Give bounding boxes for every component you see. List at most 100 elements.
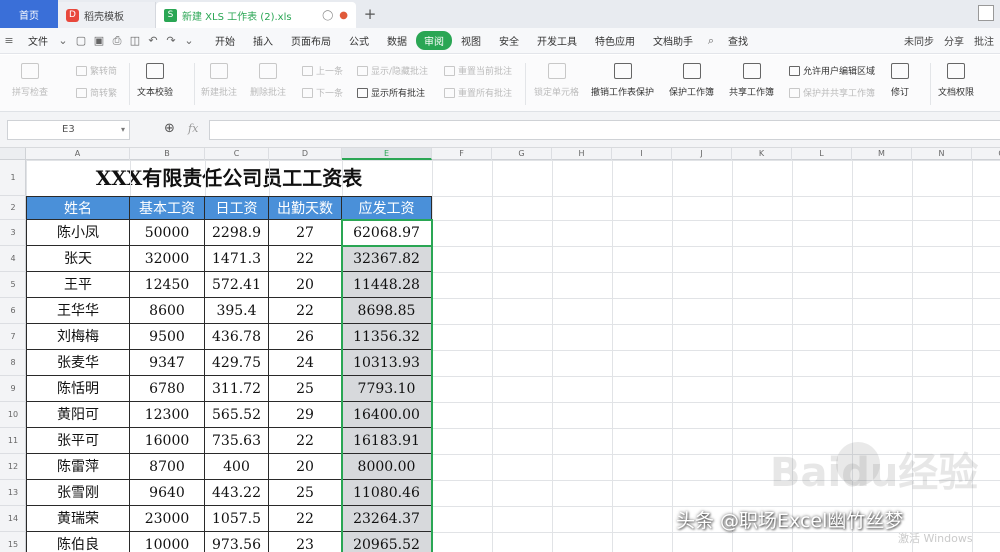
close-dot-icon[interactable]: ● <box>339 10 348 21</box>
data-cell[interactable]: 973.56 <box>205 532 269 552</box>
row-header-15[interactable]: 15 <box>0 532 26 552</box>
menu-item-doc-assistant[interactable]: 文档助手 <box>644 33 702 48</box>
new-comment-button[interactable]: 新建批注 <box>201 63 237 98</box>
redo-icon[interactable]: ↷ <box>163 34 179 47</box>
spell-check-button[interactable]: 拼写检查 <box>12 63 48 98</box>
data-cell[interactable]: 2298.9 <box>205 220 269 246</box>
undo-icon[interactable]: ↶ <box>145 34 161 47</box>
toggle-comment-button[interactable]: 显示/隐藏批注 <box>357 64 428 77</box>
data-cell[interactable]: 22 <box>269 428 342 454</box>
print-icon[interactable]: ⎙ <box>109 34 125 48</box>
reset-all-comments-button[interactable]: 重置所有批注 <box>444 86 512 99</box>
column-header-h[interactable]: H <box>552 148 612 160</box>
unprotect-sheet-button[interactable]: 撤销工作表保护 <box>591 63 654 98</box>
save-icon[interactable]: ▢ <box>73 34 89 47</box>
data-cell[interactable]: 25 <box>269 480 342 506</box>
window-restore-icon[interactable] <box>978 5 994 21</box>
data-cell[interactable]: 24 <box>269 350 342 376</box>
data-cell[interactable]: 10000 <box>130 532 205 552</box>
new-tab-button[interactable]: + <box>356 2 384 28</box>
text-proofread-button[interactable]: 文本校验 <box>137 63 173 98</box>
next-comment-button[interactable]: 下一条 <box>302 86 343 99</box>
row-header-2[interactable]: 2 <box>0 196 26 220</box>
pay-cell[interactable]: 11356.32 <box>342 324 432 350</box>
name-cell[interactable]: 张平可 <box>26 428 130 454</box>
row-header-3[interactable]: 3 <box>0 220 26 246</box>
zoom-icon[interactable]: ⊕ <box>164 121 175 136</box>
row-header-13[interactable]: 13 <box>0 480 26 506</box>
data-cell[interactable]: 1057.5 <box>205 506 269 532</box>
menu-file[interactable]: 文件 <box>18 33 54 48</box>
menu-item-data[interactable]: 数据 <box>378 33 416 48</box>
reset-current-comment-button[interactable]: 重置当前批注 <box>444 64 512 77</box>
tab-home[interactable]: 首页 <box>0 0 58 28</box>
menu-item-review[interactable]: 审阅 <box>416 31 452 50</box>
doc-permission-button[interactable]: 文档权限 <box>938 63 974 98</box>
name-cell[interactable]: 王华华 <box>26 298 130 324</box>
pay-cell[interactable]: 7793.10 <box>342 376 432 402</box>
menu-item-security[interactable]: 安全 <box>490 33 528 48</box>
data-cell[interactable]: 395.4 <box>205 298 269 324</box>
chevron-down-icon[interactable]: ▾ <box>121 121 125 139</box>
data-cell[interactable]: 25 <box>269 376 342 402</box>
chevron-down-icon[interactable]: ⌄ <box>55 34 71 47</box>
delete-comment-button[interactable]: 删除批注 <box>250 63 286 98</box>
data-cell[interactable]: 9500 <box>130 324 205 350</box>
data-cell[interactable]: 27 <box>269 220 342 246</box>
data-cell[interactable]: 8700 <box>130 454 205 480</box>
row-header-10[interactable]: 10 <box>0 402 26 428</box>
name-cell[interactable]: 张雪刚 <box>26 480 130 506</box>
pay-cell[interactable]: 11080.46 <box>342 480 432 506</box>
column-header-f[interactable]: F <box>432 148 492 160</box>
data-cell[interactable]: 311.72 <box>205 376 269 402</box>
column-header-i[interactable]: I <box>612 148 672 160</box>
row-header-8[interactable]: 8 <box>0 350 26 376</box>
tab-docer[interactable]: D 稻壳模板 <box>58 2 156 28</box>
data-cell[interactable]: 1471.3 <box>205 246 269 272</box>
pay-cell[interactable]: 32367.82 <box>342 246 432 272</box>
column-header-d[interactable]: D <box>269 148 342 160</box>
data-cell[interactable]: 565.52 <box>205 402 269 428</box>
header-cell[interactable]: 应发工资 <box>342 196 432 220</box>
data-cell[interactable]: 26 <box>269 324 342 350</box>
row-header-14[interactable]: 14 <box>0 506 26 532</box>
select-all-corner[interactable] <box>0 148 26 160</box>
export-icon[interactable]: ▣ <box>91 34 107 47</box>
show-all-comments-button[interactable]: 显示所有批注 <box>357 86 425 99</box>
name-cell[interactable]: 陈小凤 <box>26 220 130 246</box>
pay-cell[interactable]: 16183.91 <box>342 428 432 454</box>
row-header-4[interactable]: 4 <box>0 246 26 272</box>
data-cell[interactable]: 12300 <box>130 402 205 428</box>
name-cell[interactable]: 陈雷萍 <box>26 454 130 480</box>
column-header-c[interactable]: C <box>205 148 269 160</box>
shield-icon[interactable]: ◯ <box>322 10 333 21</box>
data-cell[interactable]: 22 <box>269 246 342 272</box>
menu-item-formula[interactable]: 公式 <box>340 33 378 48</box>
row-header-1[interactable]: 1 <box>0 160 26 196</box>
menu-item-home[interactable]: 开始 <box>206 33 244 48</box>
menu-item-page-layout[interactable]: 页面布局 <box>282 33 340 48</box>
menu-hamburger-icon[interactable]: ≡ <box>1 34 17 47</box>
data-cell[interactable]: 23 <box>269 532 342 552</box>
column-header-b[interactable]: B <box>130 148 205 160</box>
data-cell[interactable]: 50000 <box>130 220 205 246</box>
data-cell[interactable]: 400 <box>205 454 269 480</box>
protect-share-workbook-button[interactable]: 保护并共享工作簿 <box>789 86 875 99</box>
data-cell[interactable]: 22 <box>269 506 342 532</box>
row-header-9[interactable]: 9 <box>0 376 26 402</box>
menu-item-features[interactable]: 特色应用 <box>586 33 644 48</box>
data-cell[interactable]: 20 <box>269 454 342 480</box>
tab-active-workbook[interactable]: S 新建 XLS 工作表 (2).xls ◯ ● <box>156 2 356 28</box>
data-cell[interactable]: 572.41 <box>205 272 269 298</box>
header-cell[interactable]: 出勤天数 <box>269 196 342 220</box>
name-cell[interactable]: 刘梅梅 <box>26 324 130 350</box>
share-button[interactable]: 分享 <box>944 33 964 48</box>
search-icon[interactable]: ⌕ <box>703 34 719 48</box>
name-box[interactable]: E3 ▾ <box>7 120 130 140</box>
name-cell[interactable]: 陈恬明 <box>26 376 130 402</box>
name-cell[interactable]: 张天 <box>26 246 130 272</box>
row-header-7[interactable]: 7 <box>0 324 26 350</box>
pay-cell[interactable]: 16400.00 <box>342 402 432 428</box>
pay-cell[interactable]: 11448.28 <box>342 272 432 298</box>
data-cell[interactable]: 9640 <box>130 480 205 506</box>
